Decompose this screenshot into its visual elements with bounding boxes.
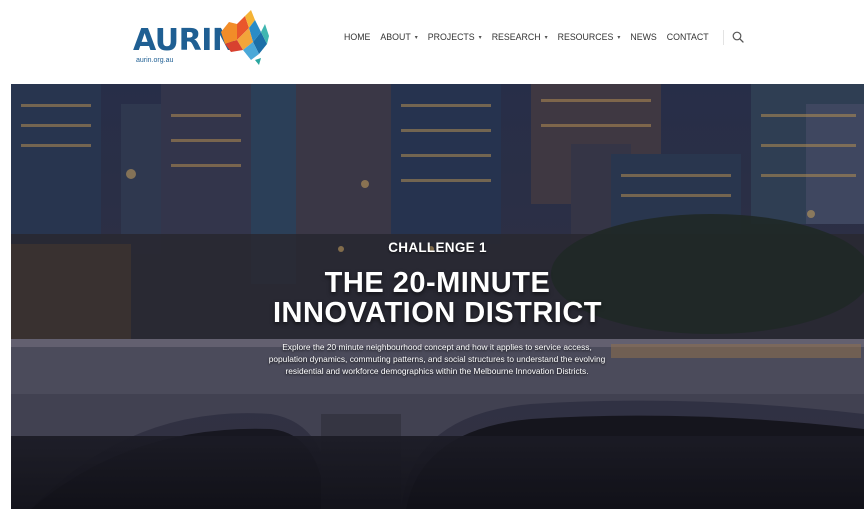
hero-title-line2: INNOVATION DISTRICT [272, 297, 603, 329]
site-header: AURIN aurin.org.au HOME ABOUT ▾ PROJECTS ▾… [0, 0, 864, 84]
chevron-down-icon: ▾ [414, 34, 418, 41]
nav-news[interactable]: NEWS [630, 32, 656, 42]
nav-research[interactable]: RESEARCH ▾ [492, 32, 548, 42]
chevron-down-icon: ▾ [544, 34, 548, 41]
nav-divider [722, 29, 724, 45]
chevron-down-icon: ▾ [478, 34, 482, 41]
nav-resources-label: RESOURCES [557, 32, 614, 42]
hero-title: THE 20-MINUTE INNOVATION DISTRICT [11, 268, 864, 328]
chevron-down-icon: ▾ [617, 34, 621, 41]
hero-description-line2: population dynamics, commuting patterns,… [268, 354, 606, 364]
nav-contact[interactable]: CONTACT [667, 32, 709, 42]
search-icon[interactable] [732, 31, 744, 43]
nav-resources[interactable]: RESOURCES ▾ [558, 32, 621, 42]
hero-description: Explore the 20 minute neighbourhood conc… [237, 341, 637, 377]
nav-news-label: NEWS [630, 32, 657, 42]
nav-projects[interactable]: PROJECTS ▾ [428, 32, 482, 42]
hero-title-line1: THE 20-MINUTE [324, 267, 551, 299]
hero-eyebrow: CHALLENGE 1 [388, 240, 487, 255]
australia-map-icon [221, 10, 269, 65]
nav-contact-label: CONTACT [666, 32, 709, 42]
nav-projects-label: PROJECTS [427, 32, 475, 42]
nav-home[interactable]: HOME [344, 32, 370, 42]
hero-description-line3: residential and workforce demographics w… [285, 366, 589, 376]
hero-banner: CHALLENGE 1 THE 20-MINUTE INNOVATION DIS… [11, 84, 864, 509]
nav-research-label: RESEARCH [491, 32, 541, 42]
hero-description-line1: Explore the 20 minute neighbourhood conc… [282, 342, 592, 352]
aurin-logo[interactable]: AURIN aurin.org.au [133, 10, 273, 66]
main-nav: HOME ABOUT ▾ PROJECTS ▾ RESEARCH ▾ RESOURCE… [344, 29, 744, 45]
logo-url: aurin.org.au [136, 57, 174, 64]
nav-about-label: ABOUT [380, 32, 411, 42]
nav-home-label: HOME [344, 32, 371, 42]
nav-about[interactable]: ABOUT ▾ [380, 32, 417, 42]
